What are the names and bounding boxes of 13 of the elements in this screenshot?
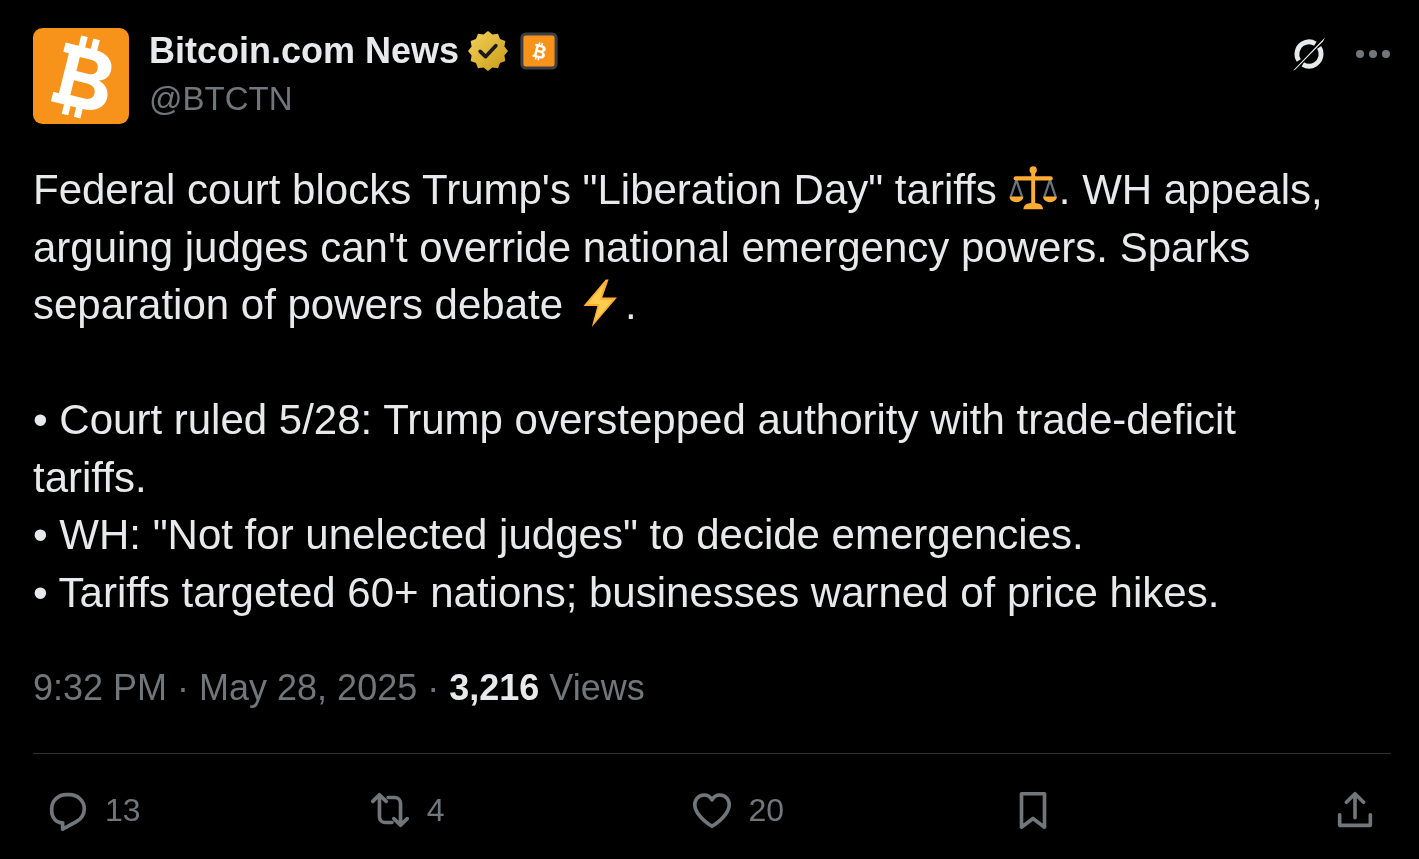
author-handle[interactable]: @BTCTN (149, 77, 559, 121)
repost-button[interactable]: 4 (366, 787, 445, 833)
tweet-text-line: • WH: "Not for unelected judges" to decide emergencies. (33, 510, 1085, 560)
affiliate-badge-icon (520, 32, 559, 70)
more-icon (1355, 49, 1391, 59)
post-meta: 9:32 PM · May 28, 2025 · 3,216 Views (33, 666, 646, 710)
like-button[interactable]: 20 (688, 787, 785, 833)
tweet-text-line: • Tariffs targeted 60+ nations; businesses warned of price hikes. (33, 567, 1221, 618)
reply-button[interactable]: 13 (45, 787, 141, 833)
author-name[interactable]: Bitcoin.com News (149, 28, 460, 74)
more-button[interactable] (1355, 49, 1391, 59)
tweet-text: Federal court blocks Trump's "Liberation Day" tariffs . WH appeals, arguing judges can't override national emergency powers. Sparks separation of powers debate . (33, 161, 1338, 334)
tweet-text-line: • Court ruled 5/28: Trump overstepped authority with trade-deficit tariffs. (33, 395, 1237, 503)
